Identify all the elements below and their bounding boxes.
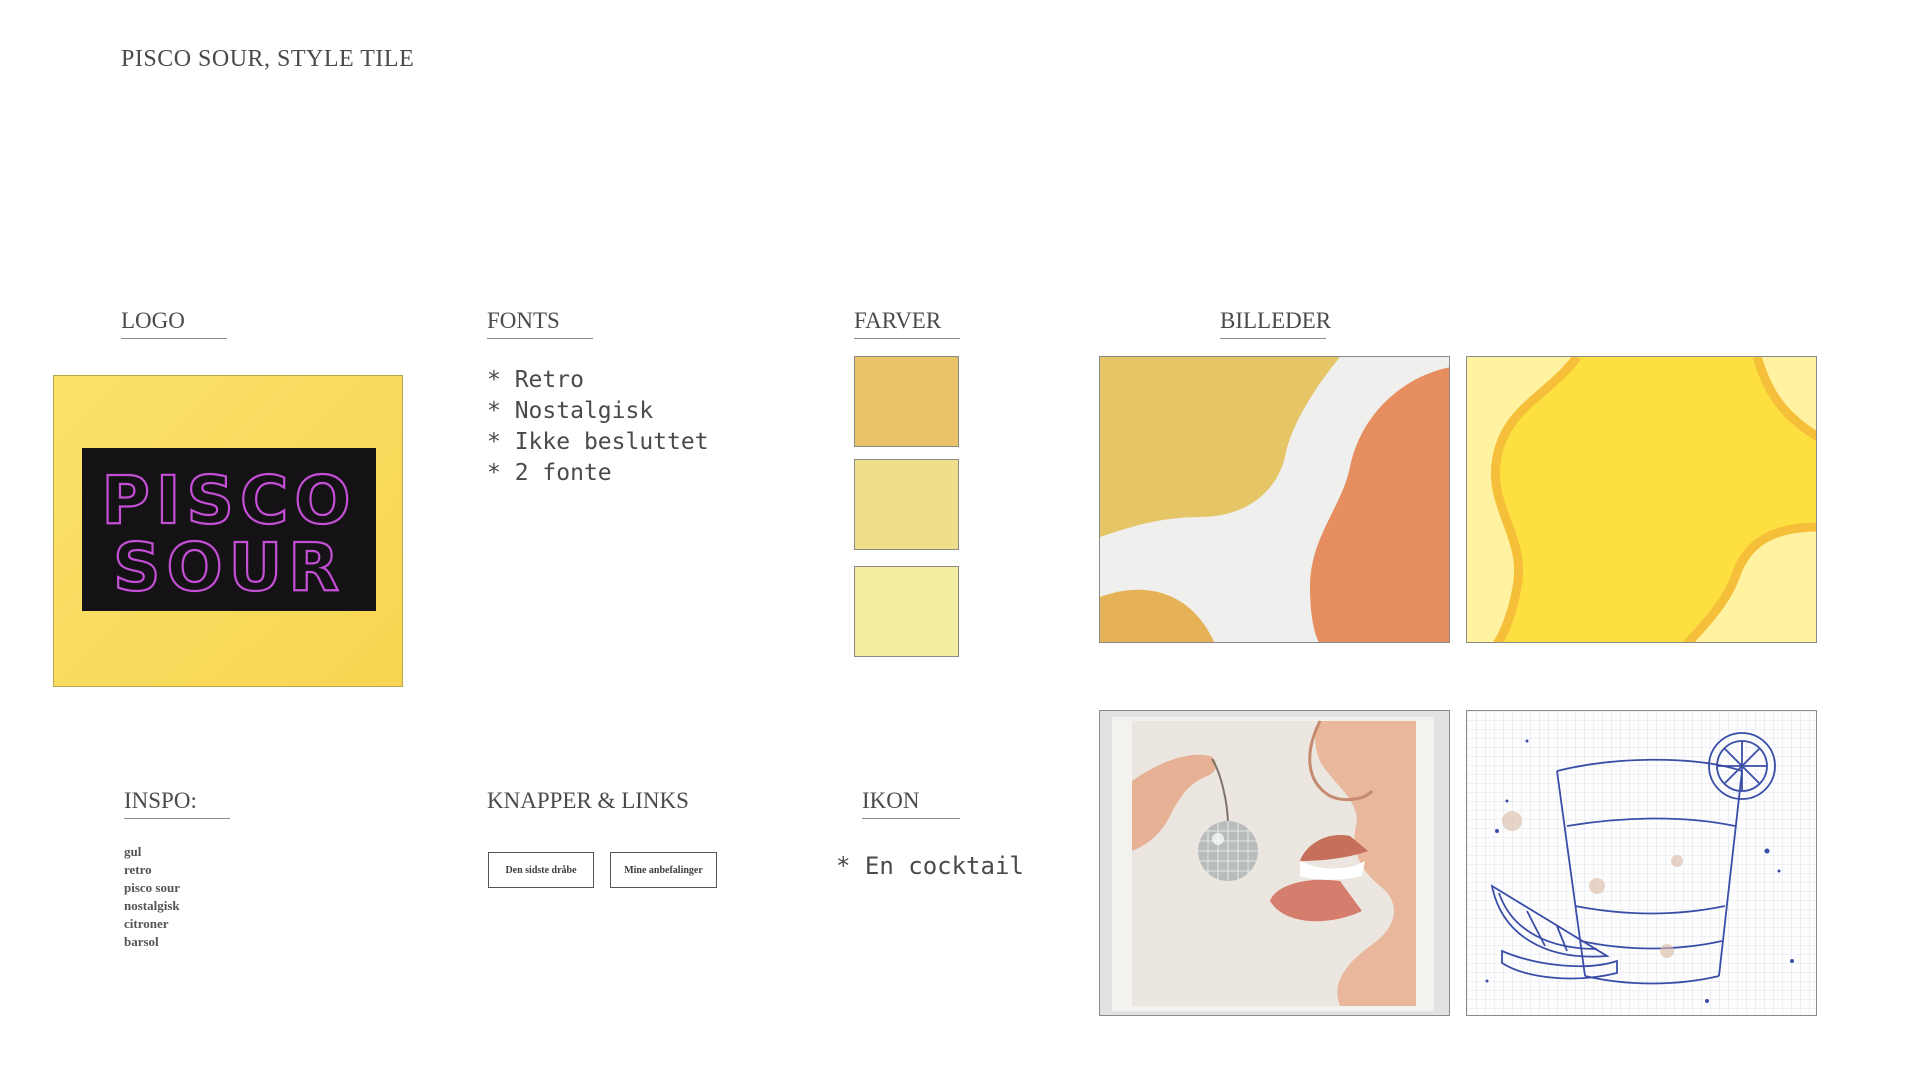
inspo-list: gul retro pisco sour nostalgisk citroner…	[124, 843, 180, 951]
font-list-item: 2 fonte	[487, 458, 709, 489]
font-list-item: Ikke besluttet	[487, 427, 709, 458]
den-sidste-draabe-button[interactable]: Den sidste dråbe	[488, 852, 594, 888]
knapper-heading: KNAPPER & LINKS	[487, 788, 689, 813]
font-list: Retro Nostalgisk Ikke besluttet 2 fonte	[487, 365, 709, 489]
inspo-heading: INSPO:	[124, 788, 230, 819]
inspo-item: citroner	[124, 916, 169, 931]
inspo-item: nostalgisk	[124, 898, 180, 913]
color-swatch-2	[854, 459, 959, 550]
logo-plate: .neon { font-family:"DejaVu Sans","Liber…	[82, 448, 376, 611]
billeder-heading: BILLEDER	[1220, 308, 1331, 339]
logo-line-1: PISCO	[101, 462, 356, 539]
inspo-item: barsol	[124, 934, 159, 949]
color-swatch-3	[854, 566, 959, 657]
font-list-item: Retro	[487, 365, 709, 396]
fonts-heading: FONTS	[487, 308, 593, 339]
cocktail-icon: * En cocktail	[836, 852, 1024, 880]
inspo-item: pisco sour	[124, 880, 180, 895]
disco-cherry-art	[1112, 717, 1434, 1011]
logo-heading: LOGO	[121, 308, 227, 339]
abstract-blobs-art	[1100, 357, 1449, 642]
mine-anbefalinger-button[interactable]: Mine anbefalinger	[610, 852, 717, 888]
image-cocktail-sketch	[1466, 710, 1817, 1016]
logo-line-2: SOUR	[113, 529, 345, 600]
image-disco-cherry-photo	[1099, 710, 1450, 1016]
ikon-heading: IKON	[862, 788, 960, 819]
page-title: PISCO SOUR, STYLE TILE	[121, 46, 415, 72]
image-abstract-blobs	[1099, 356, 1450, 643]
font-list-item: Nostalgisk	[487, 396, 709, 427]
inspo-item: gul	[124, 844, 142, 859]
color-swatch-1	[854, 356, 959, 447]
inspo-item: retro	[124, 862, 152, 877]
cocktail-sketch-art	[1467, 711, 1816, 1015]
image-yellow-waves	[1466, 356, 1817, 643]
yellow-waves-art	[1467, 357, 1816, 642]
farver-heading: FARVER	[854, 308, 960, 339]
logo-card: .neon { font-family:"DejaVu Sans","Liber…	[53, 375, 403, 687]
logo-neon-text: .neon { font-family:"DejaVu Sans","Liber…	[100, 460, 356, 600]
